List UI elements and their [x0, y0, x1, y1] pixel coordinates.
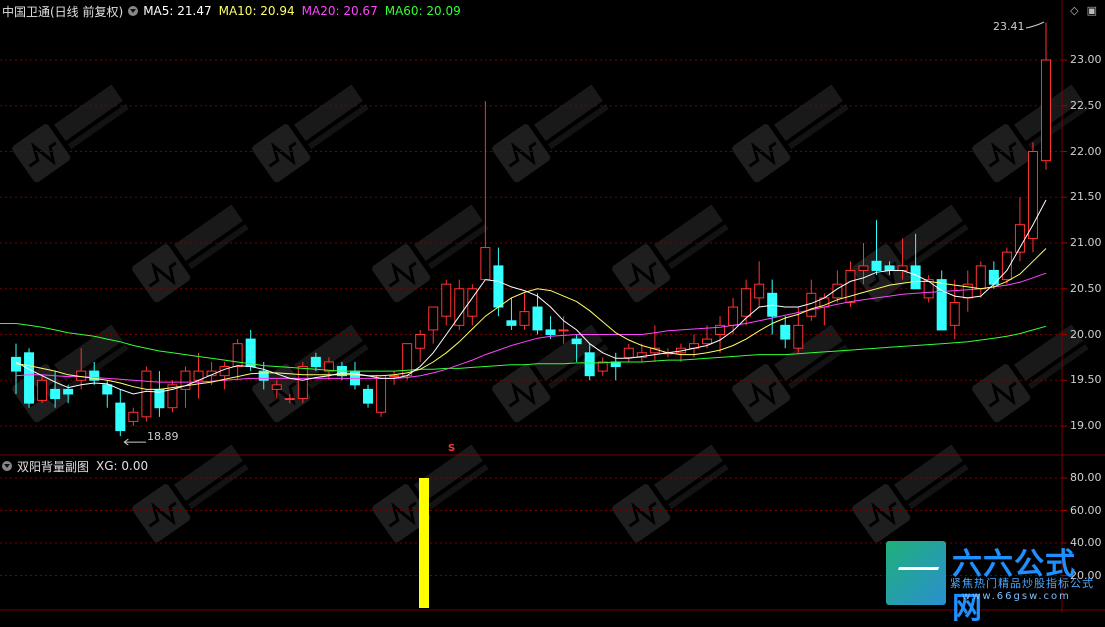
candle-down — [154, 371, 165, 417]
xg-value-label: XG: 0.00 — [96, 459, 149, 473]
high-price-annotation: 23.41 — [993, 20, 1025, 33]
price-tick-label: 21.50 — [1070, 190, 1102, 204]
watermark-icon — [492, 84, 609, 183]
high-arrow-icon — [1025, 21, 1045, 29]
candle-up — [415, 329, 426, 362]
signal-bar — [419, 478, 429, 608]
candle-up — [141, 366, 152, 422]
low-arrow-icon — [123, 438, 146, 446]
candle-up — [597, 357, 608, 376]
candle-down — [767, 279, 778, 335]
price-tick-label: 19.50 — [1070, 373, 1102, 387]
candle-down — [532, 293, 543, 335]
watermark-badge: 六六公式网 紧焦热门精品炒股指标公式 www.66gsw.com — [886, 541, 1100, 626]
price-tick-label: 21.00 — [1070, 236, 1102, 249]
main-panel-header: 中国卫通(日线 前复权) MA5: 21.47 MA10: 20.94 MA20… — [0, 1, 468, 21]
candle-up — [376, 375, 387, 417]
price-tick-label: 20.00 — [1070, 327, 1102, 341]
candle-up — [402, 343, 413, 381]
price-tick-label: 19.00 — [1070, 419, 1102, 432]
price-tick-label: 22.00 — [1070, 144, 1102, 158]
candle-up — [193, 352, 204, 399]
candle-up — [962, 270, 973, 312]
candle-up — [232, 339, 243, 381]
brand-logo-icon — [886, 541, 946, 605]
watermark-icon — [732, 324, 849, 423]
candle-down — [363, 384, 374, 408]
window-icon[interactable]: ▣ — [1087, 4, 1097, 17]
candle-up — [428, 306, 439, 344]
sub-tick-label: 80.00 — [1070, 471, 1102, 484]
ma60-label: MA60: 20.09 — [384, 4, 461, 18]
candle-up — [623, 343, 634, 362]
diamond-icon[interactable]: ◇ — [1070, 4, 1078, 17]
candle-up — [128, 407, 139, 426]
candle-up — [1027, 142, 1038, 253]
stock-chart-window: 中国卫通(日线 前复权) MA5: 21.47 MA10: 20.94 MA20… — [0, 0, 1105, 626]
candle-up — [923, 275, 934, 303]
dropdown-icon[interactable] — [128, 6, 139, 16]
candle-up — [675, 343, 686, 362]
price-tick-label: 23.00 — [1070, 53, 1102, 66]
brand-url: www.66gsw.com — [962, 591, 1071, 602]
low-price-annotation: 18.89 — [147, 430, 179, 443]
candle-up — [649, 325, 660, 362]
candle-up — [480, 101, 491, 281]
watermark-icon — [732, 84, 849, 183]
ma10-label: MA10: 20.94 — [218, 4, 295, 18]
corner-toolbar: ◇ ▣ — [1070, 4, 1097, 17]
candle-down — [245, 329, 256, 372]
candle-up — [715, 316, 726, 353]
candle-up — [806, 279, 817, 321]
candle-up — [754, 261, 765, 308]
sub-dropdown-icon[interactable] — [2, 461, 12, 471]
candle-down — [506, 297, 517, 330]
chart-canvas[interactable] — [0, 0, 1105, 613]
watermark-icon — [252, 84, 369, 183]
brand-tagline: 紧焦热门精品炒股指标公式 — [950, 577, 1094, 590]
ma20-label: MA20: 20.67 — [301, 4, 378, 18]
candle-up — [519, 293, 530, 330]
candle-up — [37, 375, 48, 404]
stock-title[interactable]: 中国卫通(日线 前复权) — [2, 3, 123, 20]
main-grid — [0, 59, 1067, 427]
ma5-line — [15, 199, 1047, 395]
candle-up — [219, 361, 230, 390]
candle-down — [24, 348, 35, 408]
sub-indicator-title[interactable]: 双阳背量副图 — [17, 458, 89, 475]
candle-down — [349, 361, 360, 390]
price-tick-label: 22.50 — [1070, 98, 1102, 112]
candle-up — [454, 279, 465, 330]
candle-up — [167, 380, 178, 413]
watermark-icon — [372, 204, 489, 303]
candle-up — [441, 279, 452, 326]
candle-up — [1014, 197, 1025, 262]
candle-up — [1041, 22, 1051, 170]
watermark-icon — [12, 84, 129, 183]
sub-panel-header: 双阳背量副图 XG: 0.00 — [0, 456, 155, 476]
price-tick-label: 20.50 — [1070, 281, 1102, 295]
candle-up — [467, 284, 478, 326]
candle-down — [115, 389, 126, 437]
candle-down — [780, 316, 791, 349]
candle-up — [975, 261, 986, 298]
sub-indicator-bars — [419, 478, 429, 608]
ma60-line — [15, 323, 1047, 372]
watermark-layer — [12, 84, 1089, 543]
candle-up — [728, 297, 739, 335]
watermark-icon — [492, 324, 609, 423]
signal-marker: S — [448, 443, 456, 454]
candle-down — [936, 270, 947, 331]
watermark-icon — [132, 204, 249, 303]
watermark-icon — [612, 204, 729, 303]
sub-tick-label: 60.00 — [1070, 503, 1102, 517]
ma5-label: MA5: 21.47 — [143, 4, 212, 18]
